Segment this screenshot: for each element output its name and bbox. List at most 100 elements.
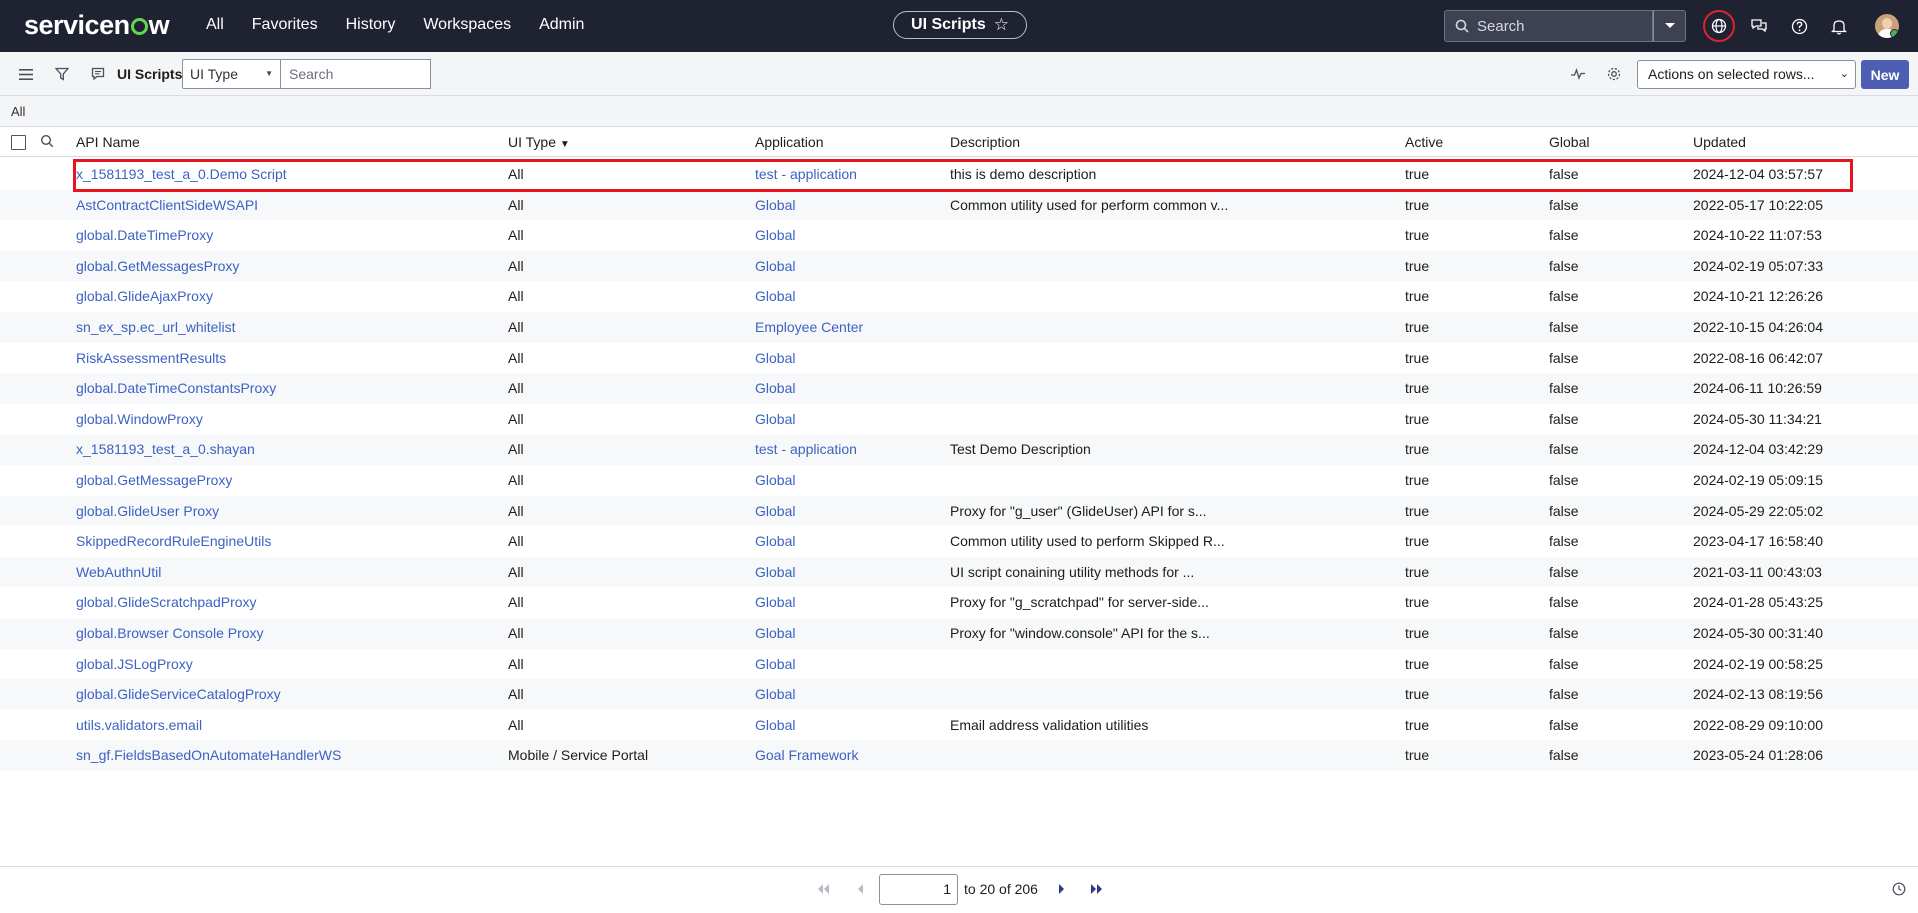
table-row[interactable]: global.GlideServiceCatalogProxy All Global… — [0, 679, 1918, 710]
table-row[interactable]: sn_ex_sp.ec_url_whitelist All Employee Cen… — [0, 312, 1918, 343]
help-icon[interactable] — [1789, 16, 1809, 36]
search-field-select[interactable]: UI Type ▼ — [182, 59, 281, 89]
application-link[interactable]: Goal Framework — [755, 747, 858, 763]
api-name-link[interactable]: global.JSLogProxy — [76, 656, 193, 672]
list-context-menu-icon[interactable] — [89, 65, 107, 83]
star-icon[interactable]: ☆ — [994, 15, 1009, 35]
application-link[interactable]: Global — [755, 503, 795, 519]
table-row[interactable]: sn_gf.FieldsBasedOnAutomateHandlerWS Mobi… — [0, 740, 1918, 771]
application-link[interactable]: Global — [755, 472, 795, 488]
nav-admin[interactable]: Admin — [539, 16, 584, 34]
chat-icon[interactable] — [1749, 16, 1769, 36]
column-header-active[interactable]: Active — [1405, 134, 1443, 150]
api-name-link[interactable]: global.GlideScratchpadProxy — [76, 594, 257, 610]
nav-all[interactable]: All — [206, 16, 224, 34]
table-row[interactable]: global.GetMessagesProxy All Global true fals… — [0, 250, 1918, 282]
page-number-input[interactable]: 1 — [879, 874, 958, 905]
table-row[interactable]: global.DateTimeProxy All Global true false 20… — [0, 220, 1918, 251]
gear-icon[interactable] — [1605, 65, 1623, 83]
api-name-link[interactable]: sn_ex_sp.ec_url_whitelist — [76, 319, 236, 335]
application-link[interactable]: Global — [755, 533, 795, 549]
language-globe-button[interactable] — [1703, 10, 1735, 42]
application-link[interactable]: Global — [755, 380, 795, 396]
api-name-link[interactable]: global.WindowProxy — [76, 411, 203, 427]
application-link[interactable]: Global — [755, 686, 795, 702]
table-row[interactable]: global.Browser Console Proxy All Global Pro… — [0, 618, 1918, 649]
next-page-icon[interactable] — [1054, 881, 1070, 897]
application-link[interactable]: Global — [755, 625, 795, 641]
table-row[interactable]: global.GlideAjaxProxy All Global true false 2… — [0, 281, 1918, 312]
previous-page-icon[interactable] — [852, 881, 868, 897]
nav-workspaces[interactable]: Workspaces — [423, 16, 511, 34]
api-name-link[interactable]: WebAuthnUtil — [76, 564, 161, 580]
api-name-link[interactable]: utils.validators.email — [76, 717, 202, 733]
api-name-link[interactable]: sn_gf.FieldsBasedOnAutomateHandlerWS — [76, 747, 341, 763]
api-name-link[interactable]: x_1581193_test_a_0.shayan — [76, 441, 255, 457]
actions-on-selected-rows-select[interactable]: Actions on selected rows... ⌄ — [1637, 60, 1856, 89]
application-link[interactable]: Global — [755, 411, 795, 427]
table-row[interactable]: AstContractClientSideWSAPI All Global Commo… — [0, 189, 1918, 221]
nav-favorites[interactable]: Favorites — [252, 16, 318, 34]
search-columns-icon[interactable] — [40, 134, 54, 148]
api-name-link[interactable]: SkippedRecordRuleEngineUtils — [76, 533, 271, 549]
last-page-icon[interactable] — [1089, 881, 1105, 897]
column-header-api-name[interactable]: API Name — [76, 134, 140, 150]
new-button[interactable]: New — [1861, 60, 1909, 89]
table-row[interactable]: x_1581193_test_a_0.shayan All test - appli… — [0, 434, 1918, 465]
column-header-application[interactable]: Application — [755, 134, 824, 150]
api-name-link[interactable]: x_1581193_test_a_0.Demo Script — [76, 166, 287, 182]
api-name-link[interactable]: global.GetMessageProxy — [76, 472, 232, 488]
application-link[interactable]: Global — [755, 258, 795, 274]
bell-icon[interactable] — [1829, 16, 1849, 36]
table-row[interactable]: global.GlideUser Proxy All Global Proxy for… — [0, 495, 1918, 527]
application-link[interactable]: Global — [755, 227, 795, 243]
api-name-link[interactable]: global.GlideAjaxProxy — [76, 288, 213, 304]
activity-pulse-icon[interactable] — [1569, 65, 1587, 83]
servicenow-logo[interactable]: servicen w — [24, 10, 170, 41]
table-row[interactable]: global.DateTimeConstantsProxy All Global tr… — [0, 373, 1918, 404]
user-avatar[interactable] — [1875, 14, 1899, 38]
column-header-description[interactable]: Description — [950, 134, 1020, 150]
table-row[interactable]: global.WindowProxy All Global true false 2024… — [0, 404, 1918, 435]
application-link[interactable]: Global — [755, 656, 795, 672]
application-link[interactable]: Employee Center — [755, 319, 863, 335]
api-name-link[interactable]: global.GetMessagesProxy — [76, 258, 239, 274]
clock-icon[interactable] — [1891, 881, 1907, 897]
application-link[interactable]: Global — [755, 594, 795, 610]
column-header-updated[interactable]: Updated — [1693, 134, 1746, 150]
application-link[interactable]: Global — [755, 288, 795, 304]
api-name-link[interactable]: global.GlideUser Proxy — [76, 503, 219, 519]
application-link[interactable]: Global — [755, 564, 795, 580]
api-name-link[interactable]: AstContractClientSideWSAPI — [76, 197, 258, 213]
table-row[interactable]: global.JSLogProxy All Global true false 2024-… — [0, 649, 1918, 680]
table-row[interactable]: WebAuthnUtil All Global UI script conaining… — [0, 556, 1918, 588]
table-row[interactable]: x_1581193_test_a_0.Demo Script All test - … — [0, 159, 1918, 190]
api-name-link[interactable]: RiskAssessmentResults — [76, 350, 226, 366]
application-link[interactable]: Global — [755, 197, 795, 213]
first-page-icon[interactable] — [815, 881, 831, 897]
context-title-pill[interactable]: UI Scripts ☆ — [893, 11, 1027, 39]
application-link[interactable]: Global — [755, 350, 795, 366]
list-search-input[interactable]: Search — [281, 59, 431, 89]
table-row[interactable]: global.GetMessageProxy All Global true false… — [0, 465, 1918, 496]
column-header-ui-type[interactable]: UI Type ▼ — [508, 134, 570, 150]
search-scope-dropdown[interactable] — [1653, 10, 1686, 42]
application-link[interactable]: test - application — [755, 166, 857, 182]
hamburger-menu-icon[interactable] — [17, 65, 35, 83]
select-all-checkbox[interactable] — [11, 135, 26, 150]
application-link[interactable]: test - application — [755, 441, 857, 457]
table-row[interactable]: utils.validators.email All Global Email add… — [0, 710, 1918, 741]
api-name-link[interactable]: global.DateTimeProxy — [76, 227, 213, 243]
table-row[interactable]: RiskAssessmentResults All Global true false 2… — [0, 343, 1918, 374]
table-row[interactable]: global.GlideScratchpadProxy All Global Prox… — [0, 587, 1918, 618]
api-name-link[interactable]: global.Browser Console Proxy — [76, 625, 264, 641]
application-link[interactable]: Global — [755, 717, 795, 733]
nav-history[interactable]: History — [346, 16, 396, 34]
api-name-link[interactable]: global.GlideServiceCatalogProxy — [76, 686, 281, 702]
filter-icon[interactable] — [53, 65, 71, 83]
breadcrumb-all[interactable]: All — [11, 104, 25, 119]
table-row[interactable]: SkippedRecordRuleEngineUtils All Global Com… — [0, 526, 1918, 557]
column-header-global[interactable]: Global — [1549, 134, 1589, 150]
api-name-link[interactable]: global.DateTimeConstantsProxy — [76, 380, 276, 396]
global-search-input[interactable]: Search — [1444, 10, 1653, 42]
